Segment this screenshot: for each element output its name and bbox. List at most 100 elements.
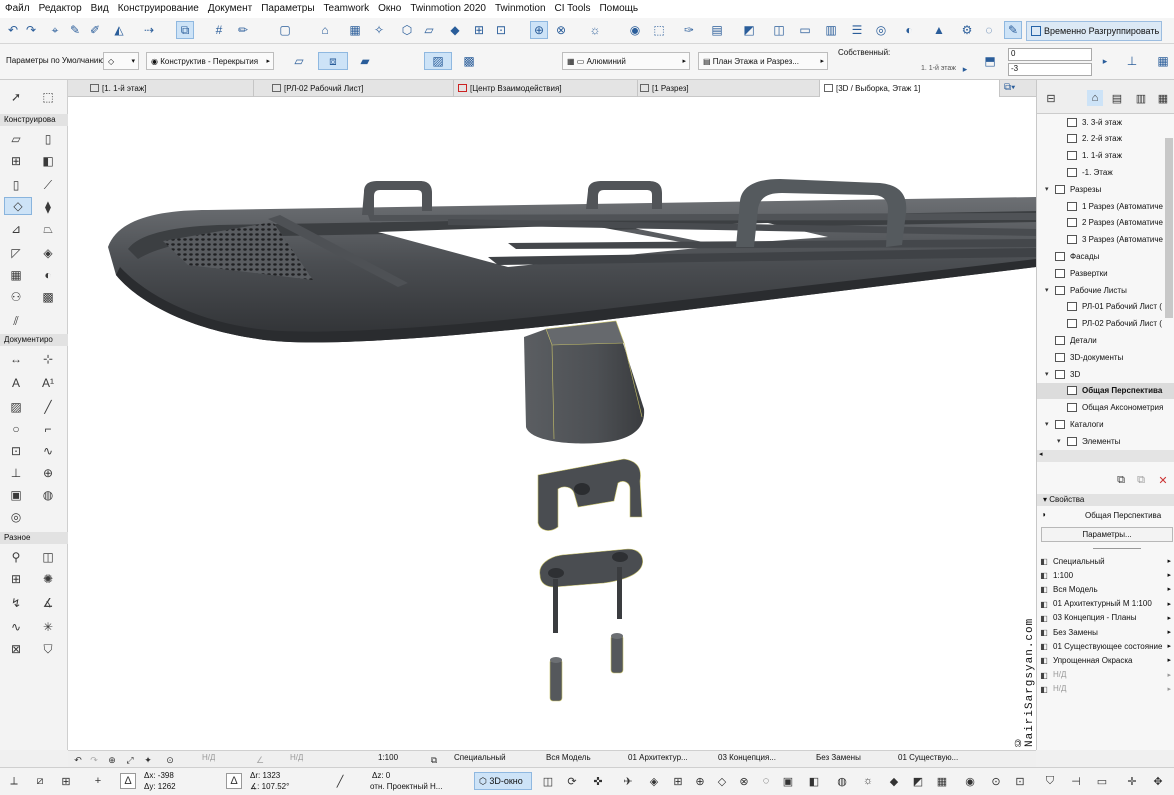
navigator-item[interactable]: ▾ Каталоги	[1045, 416, 1174, 432]
projection-icon[interactable]: ⊗	[736, 773, 752, 789]
draw-order-icon[interactable]: ▦	[346, 21, 364, 39]
cutaway-icon[interactable]: ⊞	[670, 773, 686, 789]
property-arrow-icon[interactable]: ▸	[1167, 642, 1171, 650]
navigator-item[interactable]: Общая Аксонометрия	[1057, 400, 1174, 416]
toolbox-section-misc[interactable]: Разное	[0, 532, 68, 544]
railing-tool-icon[interactable]: ⏢	[38, 220, 58, 238]
text-tool-icon[interactable]: A	[6, 374, 26, 392]
clone-view-icon[interactable]: ⧉	[1133, 472, 1149, 488]
walk-icon[interactable]: ✦	[140, 752, 156, 768]
explore-icon[interactable]: ✈	[620, 773, 636, 789]
angle-icon[interactable]: ∠	[252, 752, 268, 768]
layout-book-icon[interactable]: ▥	[1133, 90, 1149, 106]
eyedropper-icon[interactable]: ✐	[86, 21, 104, 39]
eye-icon[interactable]: ◎	[872, 21, 890, 39]
expand-chevron-icon[interactable]: ▾	[1045, 370, 1055, 378]
delta-icon[interactable]: Δ	[120, 773, 136, 789]
marquee-icon[interactable]: ⬚	[650, 21, 668, 39]
grouping-icon[interactable]: ⊕	[530, 21, 548, 39]
toolbox-section-design[interactable]: Конструирова	[0, 114, 68, 126]
cover-fill-icon[interactable]: ▩	[460, 52, 478, 70]
navigator-item[interactable]: Общая Перспектива	[1037, 382, 1174, 399]
window-icon[interactable]: ▭	[796, 21, 814, 39]
box-icon[interactable]: ◫	[540, 773, 556, 789]
visibility-icon[interactable]: ◌	[980, 21, 998, 39]
polar-icon[interactable]: Δ	[226, 773, 242, 789]
fill-icon[interactable]: ▤	[708, 21, 726, 39]
pick-up-icon[interactable]: ⌖	[46, 21, 64, 39]
properties-header[interactable]: ▾ Свойства	[1037, 494, 1174, 506]
window-tool-icon[interactable]: ⊞	[6, 152, 26, 170]
preview-icon[interactable]: ▭	[1094, 773, 1110, 789]
fill-tool-icon[interactable]: ▨	[6, 398, 26, 416]
navigator-item[interactable]: 2. 2-й этаж	[1057, 131, 1174, 147]
property-row[interactable]: ◧ 1:100 ▸	[1039, 568, 1173, 582]
radial-dim-tool-icon[interactable]: ∡	[38, 594, 58, 612]
tab-floor-plan[interactable]: [1. 1-й этаж]	[86, 80, 254, 97]
geometry-method-dropdown[interactable]: ◇ ▾	[103, 52, 139, 70]
navigator-item[interactable]: 3 Разрез (Автоматиче	[1057, 232, 1174, 248]
wall-end-tool-icon[interactable]: ◫	[38, 548, 58, 566]
undo-view-icon[interactable]: ↶	[70, 752, 86, 768]
regroup-button[interactable]: Временно Разгруппировать	[1026, 21, 1162, 41]
navigator-item[interactable]: ▾ Рабочие Листы	[1045, 282, 1174, 298]
menu-item[interactable]: Файл	[0, 0, 34, 14]
worksheet-tool-icon[interactable]: ◎	[6, 508, 26, 526]
curtain-wall-tool-icon[interactable]: ▦	[6, 266, 26, 284]
mvo-value[interactable]: 03 Концепция...	[718, 753, 776, 766]
figure-tool-icon[interactable]: ⊕	[38, 464, 58, 482]
property-arrow-icon[interactable]: ▸	[1167, 628, 1171, 636]
navigator-item[interactable]: 3D-документы	[1045, 349, 1174, 365]
expand-chevron-icon[interactable]: ▾	[1045, 420, 1055, 428]
reference-value[interactable]: отн. Проектный Н...	[370, 782, 442, 795]
menu-item[interactable]: Конструирование	[113, 0, 203, 14]
zone-tool-icon[interactable]: ⚇	[6, 288, 26, 306]
plan-view-icon[interactable]: ▱	[420, 21, 438, 39]
move-icon[interactable]: ✥	[1150, 773, 1166, 789]
snap-guide-icon[interactable]: ⟂	[6, 773, 22, 789]
menu-item[interactable]: Параметры	[256, 0, 318, 14]
publisher-icon[interactable]: ▦	[1155, 90, 1171, 106]
dy-value[interactable]: Δу: 1262	[144, 782, 176, 795]
tab-section[interactable]: [1 Разрез]	[636, 80, 820, 97]
angle-value[interactable]: ∡: 107.52°	[250, 782, 289, 795]
grid-tool-icon[interactable]: ⊞	[6, 570, 26, 588]
property-row[interactable]: ◧ Н/Д ▸	[1039, 682, 1173, 696]
property-arrow-icon[interactable]: ▸	[1167, 656, 1171, 664]
navigator-item[interactable]: ▾ Разрезы	[1045, 181, 1174, 197]
params-button[interactable]: Параметры...	[1041, 527, 1173, 542]
property-row[interactable]: ◧ Вся Модель ▸	[1039, 582, 1173, 596]
elevation-view-icon[interactable]: ⊡	[492, 21, 510, 39]
beam-tool-icon[interactable]: ⟋	[38, 176, 58, 194]
slope-icon[interactable]: ╱	[332, 773, 348, 789]
property-row[interactable]: ◧ Специальный ▸	[1039, 554, 1173, 568]
pen-set-value[interactable]: 01 Архитектур...	[628, 753, 688, 766]
mesh-tool-icon[interactable]: ▩	[38, 288, 58, 306]
slab-hatch-tool-icon[interactable]: ⫽	[6, 312, 26, 330]
spline-tool-icon[interactable]: ∿	[38, 442, 58, 460]
layer-3d-icon[interactable]: ◆	[886, 773, 902, 789]
navigator-item[interactable]: 2 Разрез (Автоматиче	[1057, 215, 1174, 231]
property-arrow-icon[interactable]: ▸	[1167, 671, 1171, 679]
navigator-item[interactable]: РЛ-02 Рабочий Лист (	[1057, 316, 1174, 332]
property-arrow-icon[interactable]: ▸	[1167, 557, 1171, 565]
nav-walk-icon[interactable]: ✜	[590, 773, 606, 789]
skylight-tool-icon[interactable]: ◈	[38, 244, 58, 262]
table-icon[interactable]: ▥	[822, 21, 840, 39]
reference-line-icon[interactable]: ⊥	[1118, 52, 1146, 70]
navigator-item[interactable]: ▾ 3D	[1045, 366, 1174, 382]
menu-item[interactable]: Редактор	[34, 0, 86, 14]
menu-item[interactable]: Помощь	[594, 0, 642, 14]
navigator-scrollbar[interactable]	[1165, 138, 1173, 318]
property-arrow-icon[interactable]: ▸	[1167, 614, 1171, 622]
marquee-tool-icon[interactable]: ⬚	[38, 88, 58, 106]
3d-view-icon[interactable]: ⬡	[398, 21, 416, 39]
menu-item[interactable]: Twinmotion	[490, 0, 550, 14]
property-arrow-icon[interactable]: ▸	[1167, 571, 1171, 579]
property-row[interactable]: ◧ 01 Архитектурный М 1:100 ▸	[1039, 597, 1173, 611]
new-view-icon[interactable]: ⧉	[1113, 472, 1129, 488]
property-arrow-icon[interactable]: ▸	[1167, 585, 1171, 593]
property-row[interactable]: ◧ 03 Концепция - Планы ▸	[1039, 611, 1173, 625]
navigator-item[interactable]: Фасады	[1045, 248, 1174, 264]
property-row[interactable]: ◧ Н/Д ▸	[1039, 668, 1173, 682]
